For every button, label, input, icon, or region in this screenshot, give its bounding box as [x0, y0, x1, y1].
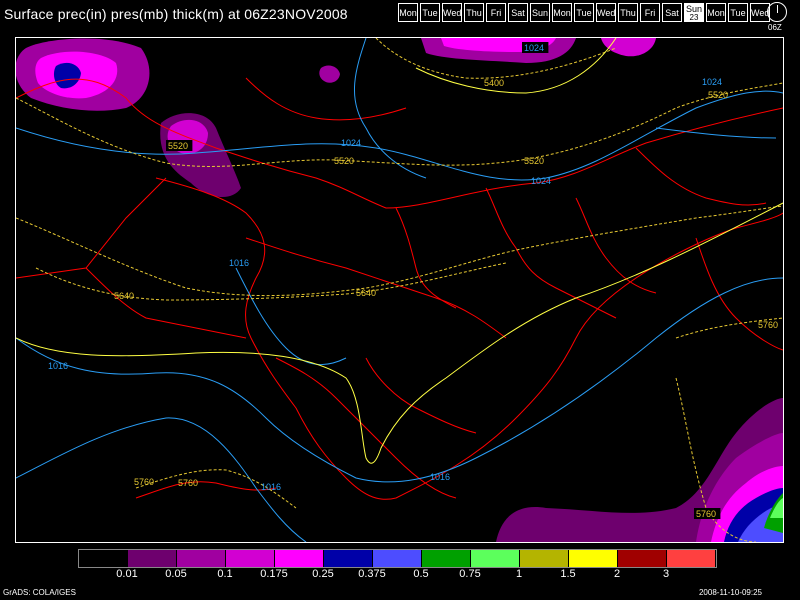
- colorbar-label: 3: [662, 568, 670, 580]
- contour-label: 5520: [168, 141, 188, 151]
- day-label: Sat: [665, 8, 679, 18]
- borders: [16, 77, 783, 500]
- clock-icon: [767, 2, 787, 22]
- footer-timestamp: 2008-11-10-09:25: [698, 588, 762, 597]
- colorbar-swatch: [128, 550, 177, 567]
- day-label: Mon: [553, 8, 571, 18]
- colorbar-swatch: [618, 550, 667, 567]
- day-button-8[interactable]: Tue: [574, 3, 594, 22]
- day-button-10[interactable]: Thu: [618, 3, 638, 22]
- day-label: Mon: [399, 8, 417, 18]
- colorbar-label: 0.01: [116, 568, 138, 580]
- colorbar-label: 1: [515, 568, 523, 580]
- day-button-4[interactable]: Fri: [486, 3, 506, 22]
- colorbar-label: 0.05: [165, 568, 187, 580]
- day-label: Thu: [466, 8, 482, 18]
- day-label: Sun: [531, 8, 548, 18]
- contour-label: 5520: [524, 156, 544, 166]
- footer-credit: GrADS: COLA/IGES: [3, 588, 76, 597]
- colorbar-label: 0.1: [217, 568, 233, 580]
- day-button-13[interactable]: Sun 23: [684, 3, 704, 22]
- contour-label: 5520: [708, 90, 728, 100]
- precip-blob-caspian: [319, 65, 340, 83]
- day-button-3[interactable]: Thu: [464, 3, 484, 22]
- day-label: Mon: [707, 8, 725, 18]
- contour-label: 5760: [134, 477, 154, 487]
- day-button-0[interactable]: Mon: [398, 3, 418, 22]
- colorbar-swatch: [471, 550, 520, 567]
- map-title: Surface prec(in) pres(mb) thick(m) at 06…: [4, 6, 348, 22]
- contour-label: 5760: [758, 320, 778, 330]
- precipitation-areas: [16, 38, 783, 542]
- contour-label: 5640: [356, 288, 376, 298]
- colorbar-swatch: [520, 550, 569, 567]
- colorbar-label: 2: [613, 568, 621, 580]
- day-label: Tue: [730, 8, 746, 18]
- clock-label: 06Z: [768, 23, 782, 32]
- day-button-7[interactable]: Mon: [552, 3, 572, 22]
- colorbar-swatch: [569, 550, 618, 567]
- colorbar-swatch: [373, 550, 422, 567]
- colorbar-label: 0.5: [413, 568, 429, 580]
- contour-label: 1024: [341, 138, 361, 148]
- day-label: Wed: [597, 8, 616, 18]
- day-button-15[interactable]: Tue: [728, 3, 748, 22]
- colorbar-swatch: [275, 550, 324, 567]
- contour-label: 1016: [48, 361, 68, 371]
- day-number: 23: [689, 13, 699, 22]
- weather-map: 1024 1024 1024 1024 1016 1016 1016 1016 5400 5520…: [15, 37, 784, 543]
- colorbar-label: 0.375: [358, 568, 386, 580]
- pressure-contours: [16, 38, 783, 542]
- colorbar-swatch: [79, 550, 128, 567]
- precip-colorbar: [78, 549, 717, 568]
- day-button-12[interactable]: Sat: [662, 3, 682, 22]
- contour-label: 1024: [524, 43, 544, 53]
- colorbar-label: 0.175: [260, 568, 288, 580]
- day-label: Thu: [620, 8, 636, 18]
- thickness-contours: [16, 38, 783, 542]
- day-button-14[interactable]: Mon: [706, 3, 726, 22]
- colorbar-label: 0.75: [459, 568, 481, 580]
- day-button-5[interactable]: Sat: [508, 3, 528, 22]
- day-label: Sat: [511, 8, 525, 18]
- contour-label: 5520: [334, 156, 354, 166]
- contour-label: 5760: [696, 509, 716, 519]
- colorbar-swatch: [667, 550, 716, 567]
- contour-labels: 1024 1024 1024 1024 1016 1016 1016 1016 5400 5520…: [48, 42, 778, 519]
- contour-label: 5400: [484, 78, 504, 88]
- map-canvas: 1024 1024 1024 1024 1016 1016 1016 1016 5400 5520…: [16, 38, 783, 542]
- colorbar-labels: 0.01 0.05 0.1 0.175 0.25 0.375 0.5 0.75 1 1.5 2 3: [78, 568, 722, 582]
- colorbar-label: 1.5: [560, 568, 576, 580]
- colorbar-label: 0.25: [312, 568, 334, 580]
- day-button-9[interactable]: Wed: [596, 3, 616, 22]
- day-label: Tue: [576, 8, 592, 18]
- colorbar-swatch: [177, 550, 226, 567]
- day-button-2[interactable]: Wed: [442, 3, 462, 22]
- day-label: Tue: [422, 8, 438, 18]
- day-button-1[interactable]: Tue: [420, 3, 440, 22]
- contour-label: 5760: [178, 478, 198, 488]
- day-label: Wed: [443, 8, 462, 18]
- contour-label: 1024: [702, 77, 722, 87]
- day-label: Fri: [490, 8, 502, 18]
- colorbar-swatch: [422, 550, 471, 567]
- contour-label: 1016: [229, 258, 249, 268]
- day-selector: Mon Tue Wed Thu Fri Sat Sun Mon Tue Wed Thu Fri Sat S…: [398, 3, 772, 22]
- day-button-11[interactable]: Fri: [640, 3, 660, 22]
- contour-label: 1016: [430, 472, 450, 482]
- colorbar-swatch: [324, 550, 373, 567]
- contour-label: 1016: [261, 482, 281, 492]
- day-button-6[interactable]: Sun: [530, 3, 550, 22]
- colorbar-swatch: [226, 550, 275, 567]
- contour-label: 5640: [114, 291, 134, 301]
- day-label: Fri: [644, 8, 656, 18]
- contour-label: 1024: [531, 176, 551, 186]
